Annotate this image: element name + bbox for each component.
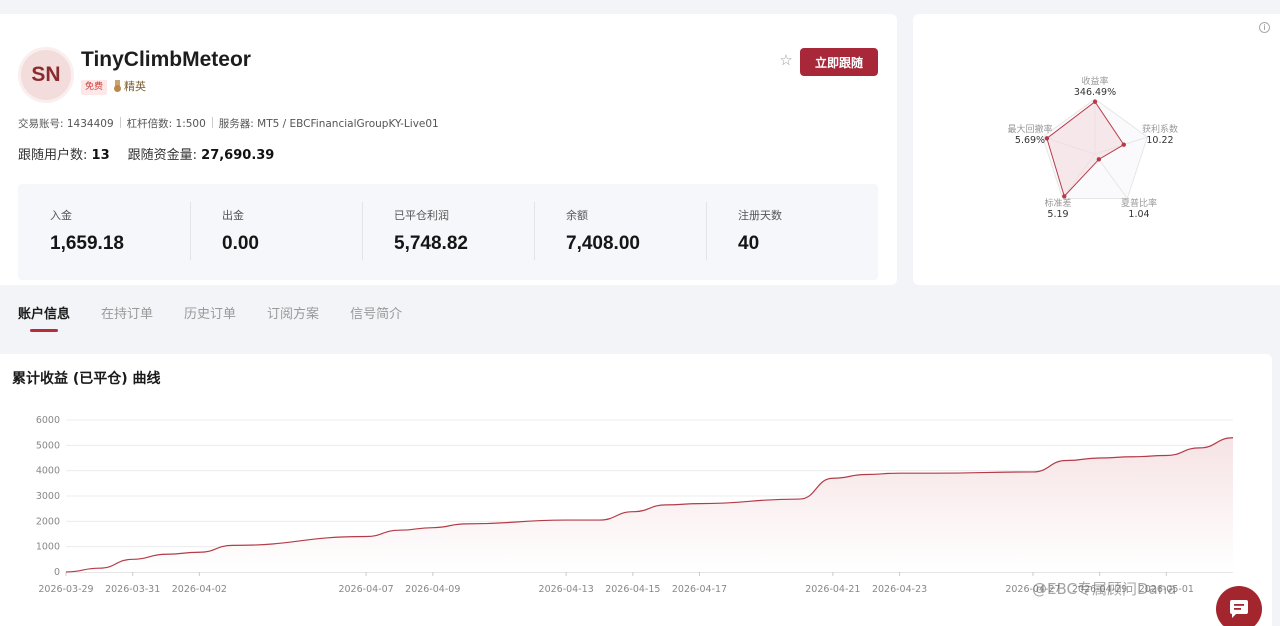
stat-value: 1,659.18: [50, 233, 124, 254]
y-tick-label: 5000: [36, 440, 60, 451]
funds-value: 27,690.39: [201, 148, 275, 163]
y-tick-label: 1000: [36, 542, 60, 553]
radar-axis-label: 最大回撤率: [1007, 123, 1052, 135]
server: 服务器: MT5 / EBCFinancialGroupKY-Live01: [218, 118, 439, 130]
x-tick-label: 2026-04-02: [172, 584, 227, 595]
y-tick-label: 6000: [36, 415, 60, 426]
divider: [211, 117, 213, 128]
stat-value: 0.00: [222, 233, 259, 254]
tab-signal-intro[interactable]: 信号简介: [350, 303, 402, 332]
followers-label: 跟随用户数:: [18, 148, 88, 163]
radar-point: [1121, 142, 1126, 147]
x-tick-label: 2026-03-29: [38, 584, 93, 595]
x-tick-label: 2026-04-15: [605, 584, 660, 595]
x-tick-label: 2026-04-07: [338, 584, 393, 595]
divider: [119, 117, 121, 128]
avatar: SN: [18, 47, 74, 103]
radar-point: [1062, 194, 1067, 199]
profit-area-fill: [66, 437, 1233, 572]
radar-chart: 收益率346.49% 获利系数10.22 夏普比率1.04 标准差5.19 最大回撤率5…: [1007, 75, 1178, 220]
elite-badge: 精英: [113, 78, 146, 94]
watermark: @EBC专属顾问Dana: [1032, 580, 1177, 598]
follow-funds: 跟随资金量: 27,690.39: [128, 144, 275, 163]
chat-icon: [1230, 600, 1248, 618]
radar-axis-label: 获利系数: [1142, 123, 1178, 135]
radar-axis-label: 收益率: [1081, 75, 1108, 87]
account-number: 交易账号: 1434409: [18, 118, 114, 130]
stat-closed-profit: 已平仓利润 5,748.82: [362, 184, 534, 280]
account-meta: 交易账号: 1434409 杠杆倍数: 1:500 服务器: MT5 / EBC…: [18, 116, 439, 131]
x-tick-label: 2026-04-21: [805, 584, 860, 595]
radar-card: i 收益率 346.49% 获利系数 10.22 夏普比率 1.04 标准差 5.19 最大回撤…: [913, 14, 1280, 285]
radar-axis-label: 夏普比率: [1121, 197, 1157, 209]
funds-label: 跟随资金量:: [127, 148, 198, 163]
tab-account-info[interactable]: 账户信息: [18, 303, 70, 332]
y-tick-label: 3000: [36, 491, 60, 502]
stat-withdrawal: 出金 0.00: [190, 184, 362, 280]
stat-value: 7,408.00: [566, 233, 640, 254]
radar-point: [1092, 99, 1098, 104]
stat-value: 5,748.82: [394, 233, 468, 254]
leverage: 杠杆倍数: 1:500: [126, 118, 206, 130]
stat-label: 注册天数: [738, 209, 782, 222]
stat-label: 出金: [222, 209, 244, 222]
stat-registered-days: 注册天数 40: [706, 184, 878, 280]
chat-button[interactable]: [1216, 586, 1262, 626]
y-tick-label: 2000: [36, 516, 60, 527]
stats-panel: 入金 1,659.18 出金 0.00 已平仓利润 5,748.82 余额 7,…: [18, 184, 878, 280]
radar-axis-value: 1.04: [1128, 209, 1149, 220]
stat-label: 入金: [50, 209, 72, 222]
followers-count: 跟随用户数: 13: [18, 144, 110, 163]
tab-bar: 账户信息 在持订单 历史订单 订阅方案 信号简介: [18, 303, 402, 332]
elite-label: 精英: [124, 80, 146, 93]
info-icon[interactable]: i: [1259, 22, 1270, 33]
stat-label: 余额: [566, 209, 588, 222]
tab-history-orders[interactable]: 历史订单: [184, 303, 236, 332]
stat-deposit: 入金 1,659.18: [18, 184, 190, 280]
radar-axis-value: 10.22: [1146, 135, 1173, 146]
trader-name: TinyClimbMeteor: [81, 48, 251, 71]
stat-value: 40: [738, 233, 760, 254]
x-tick-label: 2026-04-23: [872, 584, 927, 595]
follower-summary: 跟随用户数: 13 跟随资金量: 27,690.39: [18, 144, 274, 163]
radar-axis-value: 5.69%: [1015, 135, 1045, 146]
radar-axis-value: 5.19: [1047, 209, 1068, 220]
x-tick-label: 2026-04-13: [539, 584, 594, 595]
follow-now-button[interactable]: 立即跟随: [800, 48, 878, 76]
tab-subscription-plans[interactable]: 订阅方案: [267, 303, 319, 332]
stat-label: 已平仓利润: [394, 209, 449, 222]
x-tick-label: 2026-04-17: [672, 584, 727, 595]
free-badge: 免费: [81, 80, 108, 95]
tab-open-orders[interactable]: 在持订单: [101, 303, 153, 332]
x-tick-label: 2026-03-31: [105, 584, 160, 595]
radar-axis-value: 346.49%: [1074, 87, 1116, 98]
favorite-star-icon[interactable]: ☆: [778, 52, 794, 68]
y-tick-label: 0: [54, 567, 60, 578]
followers-value: 13: [91, 148, 110, 163]
y-tick-label: 4000: [36, 466, 60, 477]
radar-point: [1044, 136, 1050, 141]
radar-point: [1096, 157, 1102, 162]
radar-axis-label: 标准差: [1044, 197, 1071, 209]
profile-card: SN TinyClimbMeteor 免费 精英 ☆ 立即跟随 交易账号: 14…: [0, 14, 897, 285]
x-tick-label: 2026-04-09: [405, 584, 460, 595]
medal-icon: [113, 80, 122, 92]
stat-balance: 余额 7,408.00: [534, 184, 706, 280]
